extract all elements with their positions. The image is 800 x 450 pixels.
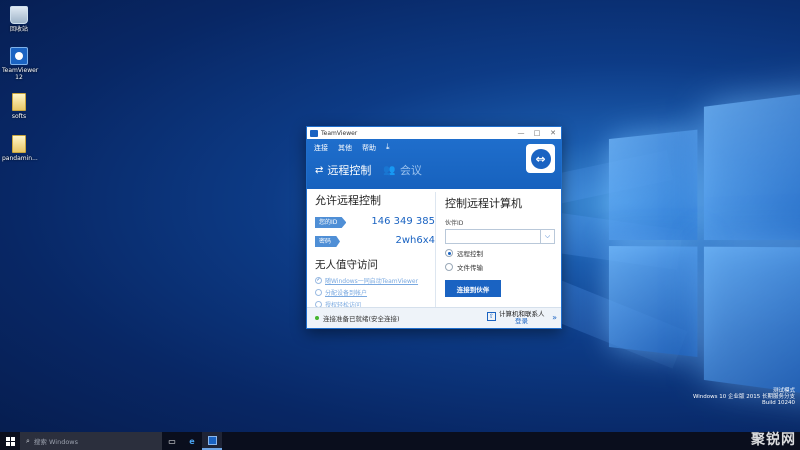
desktop-icon-label: TeamViewer 12 xyxy=(2,67,39,81)
password-value[interactable]: 2wh6x4 xyxy=(395,235,435,246)
radio-selected-icon xyxy=(445,249,453,257)
unattended-assign-device[interactable]: 分配设备到帐户 xyxy=(315,286,435,298)
teamviewer-window: TeamViewer — □ ✕ 连接 其他 帮助 ⤓ ⇄ 远程控制 👥 会议 xyxy=(306,126,562,329)
edge-icon: e xyxy=(189,436,195,446)
teamviewer-arrows-icon: ⇔ xyxy=(530,148,551,169)
contacts-button[interactable]: ⇧ 计算机和联系人 登录 xyxy=(487,311,545,325)
search-icon: ⌕ xyxy=(26,436,30,445)
swap-arrows-icon: ⇄ xyxy=(315,164,324,176)
check-icon xyxy=(315,288,322,296)
your-id-label: 您的ID xyxy=(315,217,347,228)
teamviewer-icon xyxy=(310,129,318,137)
desktop-icon-label: pandamin... xyxy=(2,155,38,162)
menu-other[interactable]: 其他 xyxy=(338,143,352,153)
control-remote-panel: 控制远程计算机 伙伴ID ⌵ 远程控制 文件传输 连接到伙伴 xyxy=(435,192,561,308)
tab-remote-control[interactable]: ⇄ 远程控制 xyxy=(315,162,371,178)
password-row: 密码 2wh6x4 xyxy=(315,235,435,251)
file-icon xyxy=(12,135,26,153)
desktop-icon-pandamin[interactable]: pandamin... xyxy=(2,135,38,162)
menu-help[interactable]: 帮助 xyxy=(362,143,376,153)
task-view-icon: ▭ xyxy=(168,436,176,446)
tab-label: 远程控制 xyxy=(327,164,372,177)
desktop-icon-recycle-bin[interactable]: 回收站 xyxy=(2,6,36,33)
test-mode-watermark: 测试模式 Windows 10 企业版 2015 长期服务分支 Build 10… xyxy=(692,388,795,406)
search-placeholder: 搜索 Windows xyxy=(33,438,79,446)
connect-to-partner-button[interactable]: 连接到伙伴 xyxy=(445,280,501,297)
control-heading: 控制远程计算机 xyxy=(445,197,522,210)
status-dot-icon xyxy=(315,316,319,320)
expand-arrow-icon[interactable]: » xyxy=(552,313,557,322)
desktop-icon-label: softs xyxy=(11,113,27,120)
status-text: 连接准备已就绪(安全连接) xyxy=(323,315,400,323)
partner-id-label: 伙伴ID xyxy=(445,220,464,227)
tab-label: 会议 xyxy=(399,164,422,177)
option-remote-control[interactable]: 远程控制 xyxy=(445,248,555,258)
windows-logo-wallpaper xyxy=(600,81,800,399)
login-link[interactable]: 登录 xyxy=(499,318,545,325)
contacts-icon: ⇧ xyxy=(487,312,496,321)
unattended-start-with-windows[interactable]: ✓ 随Windows一同启动TeamViewer xyxy=(315,274,435,286)
chevron-down-icon[interactable]: ⌵ xyxy=(540,230,554,243)
tab-bar: ⇄ 远程控制 👥 会议 xyxy=(307,153,561,178)
brand-watermark: 聚锐网 xyxy=(751,432,796,448)
download-icon[interactable]: ⤓ xyxy=(386,143,390,153)
teamviewer-body: 允许远程控制 您的ID 146 349 385 密码 2wh6x4 无人值守访问… xyxy=(307,189,561,309)
windows-start-icon xyxy=(5,436,15,446)
your-id-row: 您的ID 146 349 385 xyxy=(315,216,435,232)
task-view-button[interactable]: ▭ xyxy=(162,432,182,450)
folder-icon xyxy=(12,93,26,111)
teamviewer-icon xyxy=(10,47,28,65)
window-titlebar[interactable]: TeamViewer — □ ✕ xyxy=(307,127,561,139)
close-button[interactable]: ✕ xyxy=(545,129,561,137)
teamviewer-header: 连接 其他 帮助 ⤓ ⇄ 远程控制 👥 会议 ⇔ xyxy=(307,139,561,189)
allow-heading: 允许远程控制 xyxy=(315,194,381,207)
your-id-value[interactable]: 146 349 385 xyxy=(371,216,435,227)
check-icon: ✓ xyxy=(315,276,322,284)
tab-meeting[interactable]: 👥 会议 xyxy=(383,162,421,178)
password-label: 密码 xyxy=(315,236,341,247)
taskbar: ⌕ 搜索 Windows ▭ e 聚锐网 xyxy=(0,432,800,450)
start-button[interactable] xyxy=(0,432,20,450)
option-file-transfer[interactable]: 文件传输 xyxy=(445,262,555,272)
unattended-heading: 无人值守访问 xyxy=(315,259,378,271)
teamviewer-taskbar-button[interactable] xyxy=(202,432,222,450)
partner-id-input[interactable]: ⌵ xyxy=(445,229,555,244)
minimize-button[interactable]: — xyxy=(513,129,529,137)
desktop-icon-softs[interactable]: softs xyxy=(2,93,36,120)
window-title: TeamViewer xyxy=(321,129,358,137)
teamviewer-logo: ⇔ xyxy=(526,144,555,173)
status-bar: 连接准备已就绪(安全连接) ⇧ 计算机和联系人 登录 » xyxy=(307,307,561,328)
menu-connect[interactable]: 连接 xyxy=(314,143,328,153)
teamviewer-icon xyxy=(207,435,217,445)
taskbar-search[interactable]: ⌕ 搜索 Windows xyxy=(20,432,162,450)
allow-remote-panel: 允许远程控制 您的ID 146 349 385 密码 2wh6x4 无人值守访问… xyxy=(307,189,435,309)
desktop-icon-label: 回收站 xyxy=(9,26,28,33)
menu-bar: 连接 其他 帮助 ⤓ xyxy=(307,139,561,153)
radio-icon xyxy=(445,263,453,271)
maximize-button[interactable]: □ xyxy=(529,129,545,137)
recycle-bin-icon xyxy=(10,6,28,24)
edge-button[interactable]: e xyxy=(182,432,202,450)
desktop-icon-teamviewer[interactable]: TeamViewer 12 xyxy=(2,47,39,81)
people-icon: 👥 xyxy=(383,164,396,176)
desktop: 回收站 TeamViewer 12 softs pandamin... Team… xyxy=(0,0,800,432)
